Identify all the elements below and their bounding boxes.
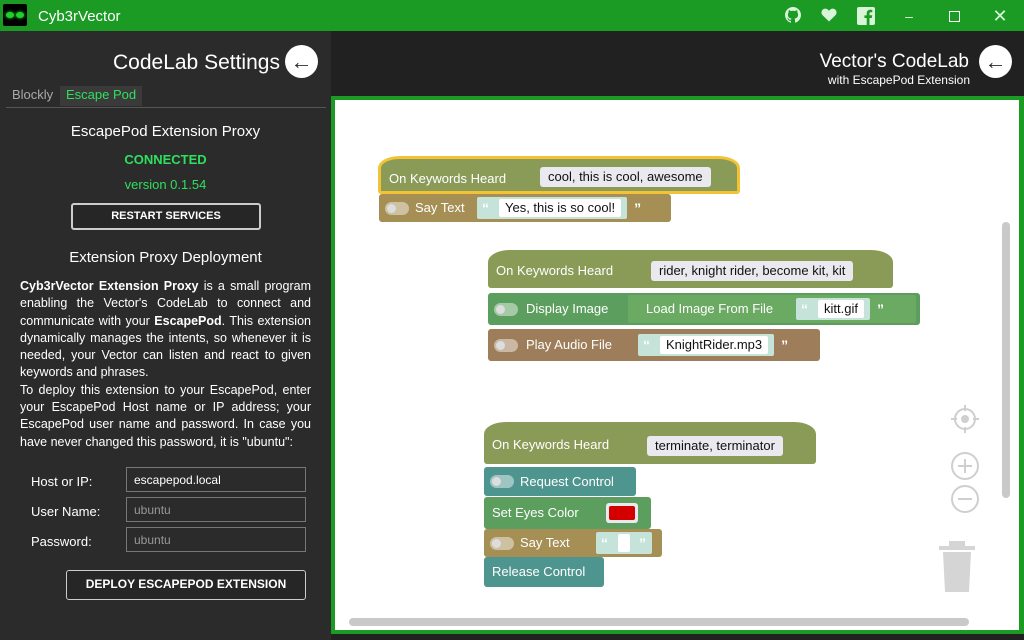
- block-say-text[interactable]: Say Text “”: [484, 529, 662, 557]
- say-text-field[interactable]: “”: [596, 532, 652, 554]
- description-instructions: To deploy this extension to your EscapeP…: [20, 382, 311, 449]
- block-display-image[interactable]: Display Image Load Image From File “kitt…: [488, 293, 920, 325]
- eye-color-picker[interactable]: [606, 503, 638, 523]
- block-label: On Keywords Heard: [492, 437, 610, 452]
- blockly-workspace[interactable]: On Keywords Heard cool, this is cool, aw…: [331, 96, 1024, 634]
- block-label: Play Audio File: [526, 337, 612, 352]
- proxy-title: EscapePod Extension Proxy: [70, 123, 261, 140]
- settings-tabs: Blockly Escape Pod: [6, 84, 326, 108]
- keywords-field[interactable]: rider, knight rider, become kit, kit: [651, 261, 854, 281]
- toggle-icon[interactable]: [385, 202, 409, 215]
- block-label: Say Text: [415, 200, 465, 215]
- block-on-keywords-heard[interactable]: On Keywords Heard cool, this is cool, aw…: [378, 156, 740, 194]
- deploy-extension-button[interactable]: DEPLOY ESCAPEPOD EXTENSION: [66, 570, 306, 600]
- codelab-panel: Vector's CodeLab with EscapePod Extensio…: [331, 31, 1024, 640]
- say-text-value: Yes, this is so cool!: [499, 199, 622, 217]
- block-on-keywords-heard[interactable]: On Keywords Heard terminate, terminator: [484, 422, 816, 464]
- status-badge: CONNECTED: [124, 152, 207, 167]
- extension-description: Cyb3rVector Extension Proxy is a small p…: [20, 278, 311, 451]
- zoom-in-icon[interactable]: [950, 451, 980, 481]
- settings-panel: CodeLab Settings ← Blockly Escape Pod Es…: [0, 31, 331, 640]
- tab-blockly[interactable]: Blockly: [6, 86, 59, 106]
- keywords-field[interactable]: terminate, terminator: [647, 436, 783, 456]
- image-file-field[interactable]: “kitt.gif”: [796, 298, 884, 320]
- title-bar: Cyb3rVector – ✕: [0, 0, 1024, 31]
- block-label: Load Image From File: [646, 301, 774, 316]
- restart-services-button[interactable]: RESTART SERVICES: [71, 203, 261, 230]
- facebook-icon[interactable]: [857, 7, 875, 25]
- close-icon[interactable]: ✕: [991, 7, 1009, 25]
- block-label: Release Control: [492, 564, 586, 579]
- description-bold-escapepod: EscapePod: [154, 313, 222, 328]
- block-load-image[interactable]: Load Image From File “kitt.gif”: [628, 295, 916, 323]
- block-say-text[interactable]: Say Text “Yes, this is so cool!”: [379, 194, 671, 222]
- recenter-icon[interactable]: [950, 404, 980, 434]
- block-label: On Keywords Heard: [496, 263, 614, 278]
- block-label: Display Image: [526, 301, 609, 316]
- codelab-title: Vector's CodeLab: [819, 51, 969, 72]
- block-label: Say Text: [520, 535, 570, 550]
- tab-escape-pod[interactable]: Escape Pod: [60, 86, 143, 106]
- username-label: User Name:: [31, 504, 101, 519]
- maximize-icon[interactable]: [945, 7, 963, 25]
- block-release-control[interactable]: Release Control: [484, 557, 604, 587]
- description-bold-name: Cyb3rVector Extension Proxy: [20, 279, 199, 293]
- keywords-field[interactable]: cool, this is cool, awesome: [540, 167, 711, 187]
- toggle-icon[interactable]: [494, 303, 518, 316]
- audio-file-value: KnightRider.mp3: [660, 336, 769, 354]
- app-logo-icon: [3, 4, 27, 26]
- trash-icon[interactable]: [935, 538, 979, 594]
- block-label: Set Eyes Color: [492, 505, 579, 520]
- settings-title: CodeLab Settings: [113, 51, 280, 74]
- say-text-value: [618, 534, 630, 552]
- say-text-field[interactable]: “Yes, this is so cool!”: [477, 197, 641, 219]
- codelab-subtitle: with EscapePod Extension: [827, 73, 970, 87]
- vertical-scrollbar[interactable]: [1002, 222, 1010, 498]
- block-on-keywords-heard[interactable]: On Keywords Heard rider, knight rider, b…: [488, 250, 893, 288]
- window-title: Cyb3rVector: [38, 8, 121, 25]
- block-label: On Keywords Heard: [389, 171, 507, 186]
- block-play-audio-file[interactable]: Play Audio File “KnightRider.mp3”: [488, 329, 820, 361]
- password-input[interactable]: [126, 527, 306, 552]
- host-input[interactable]: [126, 467, 306, 492]
- color-swatch: [609, 506, 635, 520]
- heart-icon[interactable]: [820, 7, 838, 25]
- block-request-control[interactable]: Request Control: [484, 467, 636, 496]
- password-label: Password:: [31, 534, 92, 549]
- horizontal-scrollbar[interactable]: [349, 618, 969, 626]
- username-input[interactable]: [126, 497, 306, 522]
- block-set-eyes-color[interactable]: Set Eyes Color: [484, 497, 651, 529]
- version-label: version 0.1.54: [124, 177, 207, 192]
- toggle-icon[interactable]: [490, 537, 514, 550]
- zoom-out-icon[interactable]: [950, 484, 980, 514]
- deploy-title: Extension Proxy Deployment: [69, 249, 262, 266]
- back-arrow-icon[interactable]: ←: [979, 45, 1012, 78]
- back-arrow-icon[interactable]: ←: [285, 45, 318, 78]
- host-label: Host or IP:: [31, 474, 93, 489]
- toggle-icon[interactable]: [490, 475, 514, 488]
- block-label: Request Control: [520, 474, 614, 489]
- audio-file-field[interactable]: “KnightRider.mp3”: [638, 334, 788, 356]
- github-icon[interactable]: [784, 7, 802, 25]
- toggle-icon[interactable]: [494, 339, 518, 352]
- minimize-icon[interactable]: –: [900, 7, 918, 25]
- image-file-value: kitt.gif: [818, 300, 864, 318]
